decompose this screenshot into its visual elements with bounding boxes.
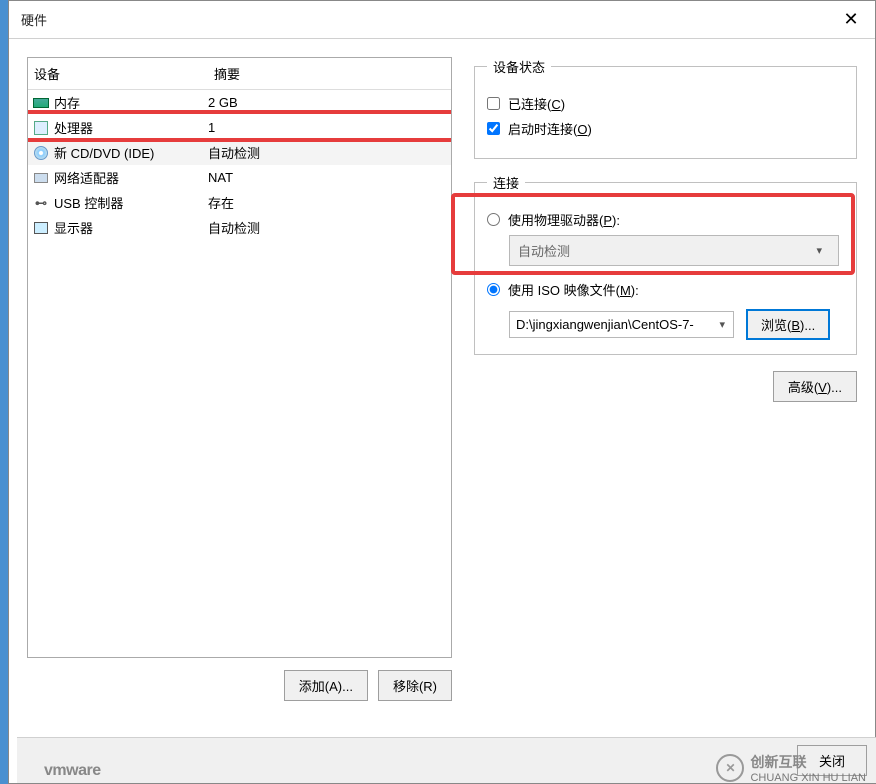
cpu-icon xyxy=(32,120,50,136)
chevron-down-icon[interactable]: ▾ xyxy=(711,318,733,331)
settings-pane: 设备状态 已连接(C) 启动时连接(O) 连接 使用物理驱动器(P): xyxy=(452,57,857,701)
mon-icon xyxy=(32,220,50,236)
watermark: ✕ 创新互联 CHUANG XIN HU LIAN xyxy=(716,752,866,784)
connection-group: 连接 使用物理驱动器(P): 自动检测 ▾ 使用 ISO 映像文件(M): xyxy=(474,173,857,355)
device-pane: 设备 摘要 内存2 GB处理器1新 CD/DVD (IDE)自动检测网络适配器N… xyxy=(27,57,452,701)
iso-file-label: 使用 ISO 映像文件(M): xyxy=(508,280,639,299)
device-row[interactable]: 处理器 1 xyxy=(28,115,451,140)
connection-legend: 连接 xyxy=(487,173,525,192)
iso-file-row[interactable]: 使用 ISO 映像文件(M): xyxy=(487,280,844,299)
connect-on-power-row[interactable]: 启动时连接(O) xyxy=(487,119,844,138)
device-name: 处理器 xyxy=(54,118,93,137)
remove-button[interactable]: 移除(R) xyxy=(378,670,452,701)
connected-checkbox-row[interactable]: 已连接(C) xyxy=(487,94,844,113)
usb-icon: ⊷ xyxy=(32,195,50,211)
device-list: 设备 摘要 内存2 GB处理器1新 CD/DVD (IDE)自动检测网络适配器N… xyxy=(27,57,452,658)
device-summary: 自动检测 xyxy=(208,143,447,162)
device-name: 新 CD/DVD (IDE) xyxy=(54,143,154,162)
vmware-logo: vmware xyxy=(44,762,101,780)
cd-icon xyxy=(32,145,50,161)
device-summary: 2 GB xyxy=(208,95,447,110)
add-button[interactable]: 添加(A)... xyxy=(284,670,368,701)
connect-on-power-label: 启动时连接(O) xyxy=(508,119,592,138)
physical-drive-radio[interactable] xyxy=(487,213,500,226)
mem-icon xyxy=(32,95,50,111)
connected-label: 已连接(C) xyxy=(508,94,565,113)
physical-drive-value: 自动检测 xyxy=(518,241,570,260)
device-row[interactable]: 显示器 自动检测 xyxy=(28,215,451,240)
device-row[interactable]: ⊷USB 控制器 存在 xyxy=(28,190,451,215)
hardware-dialog: 硬件 ✕ 设备 摘要 内存2 GB处理器1新 CD/DVD (IDE)自动检测网… xyxy=(8,0,876,784)
title-bar: 硬件 ✕ xyxy=(9,1,875,39)
dialog-title: 硬件 xyxy=(21,10,827,29)
list-header: 设备 摘要 xyxy=(28,58,451,90)
device-row[interactable]: 网络适配器 NAT xyxy=(28,165,451,190)
device-name: 网络适配器 xyxy=(54,168,119,187)
physical-drive-combo[interactable]: 自动检测 ▾ xyxy=(509,235,839,266)
device-summary: 自动检测 xyxy=(208,218,447,237)
status-legend: 设备状态 xyxy=(487,57,551,76)
device-row[interactable]: 新 CD/DVD (IDE) 自动检测 xyxy=(28,140,451,165)
device-summary: 存在 xyxy=(208,193,447,212)
net-icon xyxy=(32,170,50,186)
connected-checkbox[interactable] xyxy=(487,97,500,110)
advanced-button[interactable]: 高级(V)... xyxy=(773,371,857,402)
device-summary: NAT xyxy=(208,170,447,185)
device-status-group: 设备状态 已连接(C) 启动时连接(O) xyxy=(474,57,857,159)
close-icon[interactable]: ✕ xyxy=(827,1,875,39)
device-name: USB 控制器 xyxy=(54,193,123,212)
device-name: 显示器 xyxy=(54,218,93,237)
device-summary: 1 xyxy=(208,120,447,135)
watermark-text: 创新互联 xyxy=(750,752,866,772)
connect-on-power-checkbox[interactable] xyxy=(487,122,500,135)
browse-button[interactable]: 浏览(B)... xyxy=(746,309,830,340)
physical-drive-label: 使用物理驱动器(P): xyxy=(508,210,620,229)
watermark-icon: ✕ xyxy=(716,754,744,782)
physical-drive-row[interactable]: 使用物理驱动器(P): xyxy=(487,210,844,229)
device-row[interactable]: 内存 2 GB xyxy=(28,90,451,115)
iso-path-combo[interactable]: ▾ xyxy=(509,311,734,338)
watermark-subtext: CHUANG XIN HU LIAN xyxy=(750,772,866,784)
column-summary[interactable]: 摘要 xyxy=(208,58,451,89)
iso-path-input[interactable] xyxy=(510,312,711,337)
column-device[interactable]: 设备 xyxy=(28,58,208,89)
iso-file-radio[interactable] xyxy=(487,283,500,296)
chevron-down-icon: ▾ xyxy=(808,244,830,257)
device-name: 内存 xyxy=(54,93,80,112)
